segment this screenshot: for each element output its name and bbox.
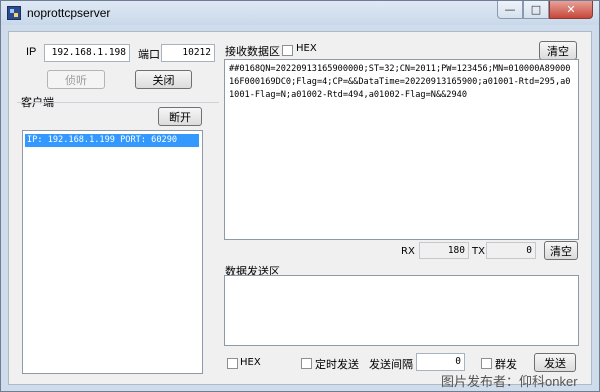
window-controls: — □ ✕ [497,1,593,20]
close-window-button[interactable]: ✕ [549,1,593,19]
close-icon: ✕ [566,3,576,16]
interval-label: 发送间隔 [369,359,413,371]
app-window: noprottcpserver — □ ✕ IP 192.168.1.198 端… [0,0,600,392]
interval-input[interactable]: 0 [416,353,465,371]
ip-input[interactable]: 192.168.1.198 [44,44,130,62]
send-hex-label: HEX [240,357,261,368]
tx-counter: 0 [486,242,536,259]
receive-hex-label: HEX [296,43,317,54]
client-area: IP 192.168.1.198 端口 10212 侦听 关闭 客户端 断开 I… [8,31,592,385]
minimize-button[interactable]: — [497,1,523,19]
disconnect-button[interactable]: 断开 [158,107,202,126]
port-input[interactable]: 10212 [161,44,215,62]
counter-clear-button[interactable]: 清空 [544,241,578,260]
receive-clear-button[interactable]: 清空 [539,41,577,60]
receive-area-title: 接收数据区 [225,46,280,58]
tx-label: TX [472,246,485,257]
timer-send-label: 定时发送 [315,359,359,371]
ip-label: IP [26,46,37,58]
send-hex-checkbox[interactable] [227,358,238,369]
client-list-item[interactable]: IP: 192.168.1.199 PORT: 60290 [25,134,199,147]
client-list[interactable]: IP: 192.168.1.199 PORT: 60290 [22,130,203,374]
group-send-label: 群发 [495,359,517,371]
rx-counter: 180 [419,242,469,259]
rx-label: RX [401,246,415,257]
receive-hex-checkbox[interactable] [282,45,293,56]
group-send-checkbox[interactable] [481,358,492,369]
send-button[interactable]: 发送 [534,353,576,372]
close-server-button[interactable]: 关闭 [135,70,192,89]
minimize-icon: — [504,3,516,16]
receive-textarea[interactable]: ##0168QN=20220913165900000;ST=32;CN=2011… [224,59,579,240]
timer-send-checkbox[interactable] [301,358,312,369]
port-label: 端口 [138,49,160,61]
title-bar[interactable]: noprottcpserver — □ ✕ [1,1,599,25]
listen-button[interactable]: 侦听 [47,70,105,89]
send-textarea[interactable] [224,275,579,346]
window-title: noprottcpserver [27,6,111,20]
clients-group-divider [17,102,219,104]
maximize-icon: □ [530,3,542,16]
app-icon [7,6,21,20]
maximize-button[interactable]: □ [523,1,549,19]
watermark-text: 图片发布者：仰科onker [441,374,578,389]
